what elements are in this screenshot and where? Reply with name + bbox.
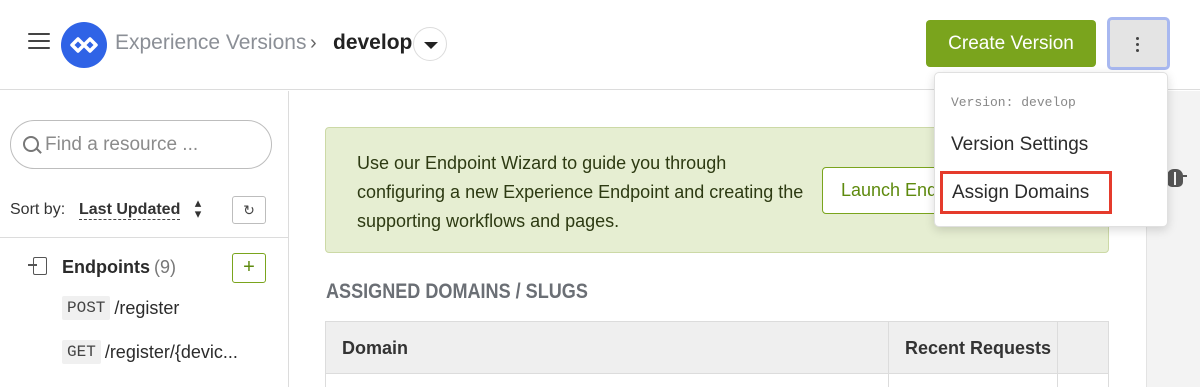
resource-sidebar: Sort by: Last Updated ▴▾ ↻ Endpoints (9)… xyxy=(0,91,289,387)
column-header-recent-requests[interactable]: Recent Requests xyxy=(905,338,1051,359)
add-endpoint-button[interactable]: + xyxy=(232,253,266,283)
version-options-menu: Version: develop Version Settings Assign… xyxy=(934,72,1168,227)
search-input[interactable] xyxy=(45,132,265,158)
search-icon xyxy=(23,136,39,152)
refresh-icon: ↻ xyxy=(243,202,255,218)
breadcrumb-root[interactable]: Experience Versions xyxy=(115,31,306,55)
version-dropdown-chevron-down-icon[interactable] xyxy=(413,27,447,61)
section-title: ASSIGNED DOMAINS / SLUGS xyxy=(326,280,588,303)
sort-value-selector[interactable]: Last Updated xyxy=(79,201,181,220)
hamburger-icon[interactable] xyxy=(28,33,50,51)
breadcrumb-current: develop xyxy=(333,31,413,54)
sort-caret-icon[interactable]: ▴ ▾ xyxy=(191,196,205,220)
menu-version-label: Version: develop xyxy=(951,95,1076,110)
more-options-button[interactable] xyxy=(1107,17,1170,70)
endpoints-count: (9) xyxy=(154,257,176,277)
breadcrumb-separator: › xyxy=(310,32,317,54)
endpoint-path: /register xyxy=(114,297,180,318)
column-divider xyxy=(888,322,889,387)
refresh-button[interactable]: ↻ xyxy=(232,196,266,224)
column-header-domain[interactable]: Domain xyxy=(342,338,408,359)
endpoint-path: /register/{devic... xyxy=(104,341,238,362)
domains-table: Domain Recent Requests xyxy=(325,321,1109,387)
bug-icon[interactable] xyxy=(1163,169,1187,187)
endpoint-method: POST xyxy=(62,296,111,320)
endpoint-icon xyxy=(28,257,47,275)
create-version-button[interactable]: Create Version xyxy=(926,20,1096,67)
column-divider xyxy=(1057,322,1058,387)
endpoint-list-item[interactable]: GET/register/{devic... xyxy=(62,340,238,370)
plus-icon: + xyxy=(243,256,255,278)
search-box[interactable] xyxy=(10,120,272,169)
endpoints-section-title[interactable]: Endpoints xyxy=(62,257,150,278)
endpoint-method: GET xyxy=(62,340,101,364)
sort-label: Sort by: xyxy=(10,201,66,218)
menu-item-assign-domains[interactable]: Assign Domains xyxy=(940,171,1112,214)
banner-text: Use our Endpoint Wizard to guide you thr… xyxy=(357,153,804,231)
endpoint-list-item[interactable]: POST/register xyxy=(62,296,179,326)
table-header: Domain Recent Requests xyxy=(326,322,1108,374)
divider xyxy=(0,237,289,238)
more-vertical-icon xyxy=(1136,37,1140,55)
menu-item-version-settings[interactable]: Version Settings xyxy=(951,134,1088,156)
logo-icon[interactable] xyxy=(61,22,107,68)
